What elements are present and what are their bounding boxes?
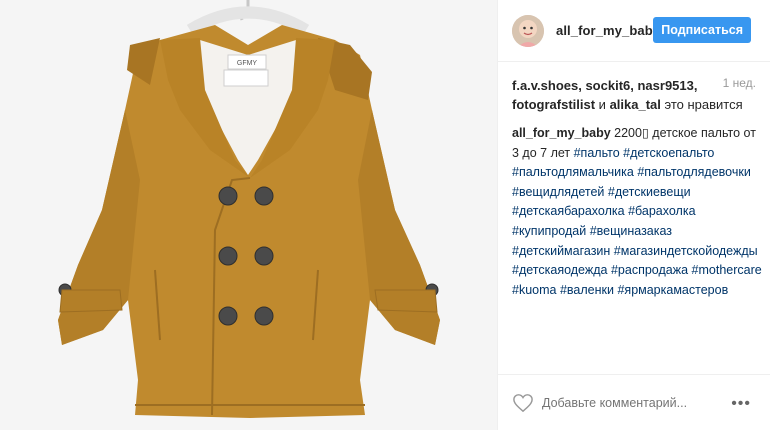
post-photo[interactable]: GFMY xyxy=(0,0,497,430)
hashtag-list: #пальто #детскоепальто #пальтодлямальчик… xyxy=(512,146,762,297)
hashtag-link[interactable]: #детскиевещи xyxy=(608,185,691,199)
hashtag-link[interactable]: #вещиназаказ xyxy=(590,224,672,238)
hashtag-link[interactable]: #валенки xyxy=(560,283,614,297)
hashtag-link[interactable]: #пальтодлядевочки xyxy=(637,165,751,179)
comment-input[interactable] xyxy=(542,395,712,410)
hashtag-link[interactable]: #mothercare xyxy=(692,263,762,277)
post-caption: all_for_my_baby 2200▯ детское пальто от … xyxy=(512,124,762,300)
hashtag-link[interactable]: #ярмаркамастеров xyxy=(617,283,728,297)
hashtag-link[interactable]: #kuoma xyxy=(512,283,556,297)
post-header: all_for_my_baby Подписаться xyxy=(498,0,770,62)
caption-username-link[interactable]: all_for_my_baby xyxy=(512,126,611,140)
hashtag-link[interactable]: #магазиндетскойодежды xyxy=(614,244,758,258)
heart-icon[interactable] xyxy=(512,393,534,413)
hashtag-link[interactable]: #купипродай xyxy=(512,224,586,238)
post-timestamp[interactable]: 1 нед. xyxy=(723,76,756,90)
follow-button[interactable]: Подписаться xyxy=(653,17,751,43)
instagram-post: GFMY all_for_my_baby Подписаться f.a.v.s… xyxy=(0,0,770,430)
post-footer: ••• xyxy=(498,374,770,430)
hashtag-link[interactable]: #пальтодлямальчика xyxy=(512,165,634,179)
hashtag-link[interactable]: #детскаяодежда xyxy=(512,263,607,277)
hashtag-link[interactable]: #пальто xyxy=(574,146,620,160)
hashtag-link[interactable]: #вещидлядетей xyxy=(512,185,604,199)
hashtag-link[interactable]: #детскаябарахолка xyxy=(512,204,625,218)
likes-suffix: это нравится xyxy=(660,97,743,112)
label-brand: GFMY xyxy=(237,60,258,67)
hashtag-link[interactable]: #детскоепальто xyxy=(623,146,714,160)
hashtag-link[interactable]: #детскиймагазин xyxy=(512,244,610,258)
hashtag-link[interactable]: #распродажа xyxy=(611,263,688,277)
hashtag-link[interactable]: #барахолка xyxy=(628,204,695,218)
likes-conjunction: и xyxy=(595,97,610,112)
more-options-icon[interactable]: ••• xyxy=(731,395,751,413)
likes-text: f.a.v.shoes, sockit6, nasr9513, fotograf… xyxy=(512,76,756,114)
liked-by-last-user-link[interactable]: alika_tal xyxy=(610,97,661,112)
avatar[interactable] xyxy=(512,14,544,47)
post-info-panel: all_for_my_baby Подписаться f.a.v.shoes,… xyxy=(497,0,770,430)
